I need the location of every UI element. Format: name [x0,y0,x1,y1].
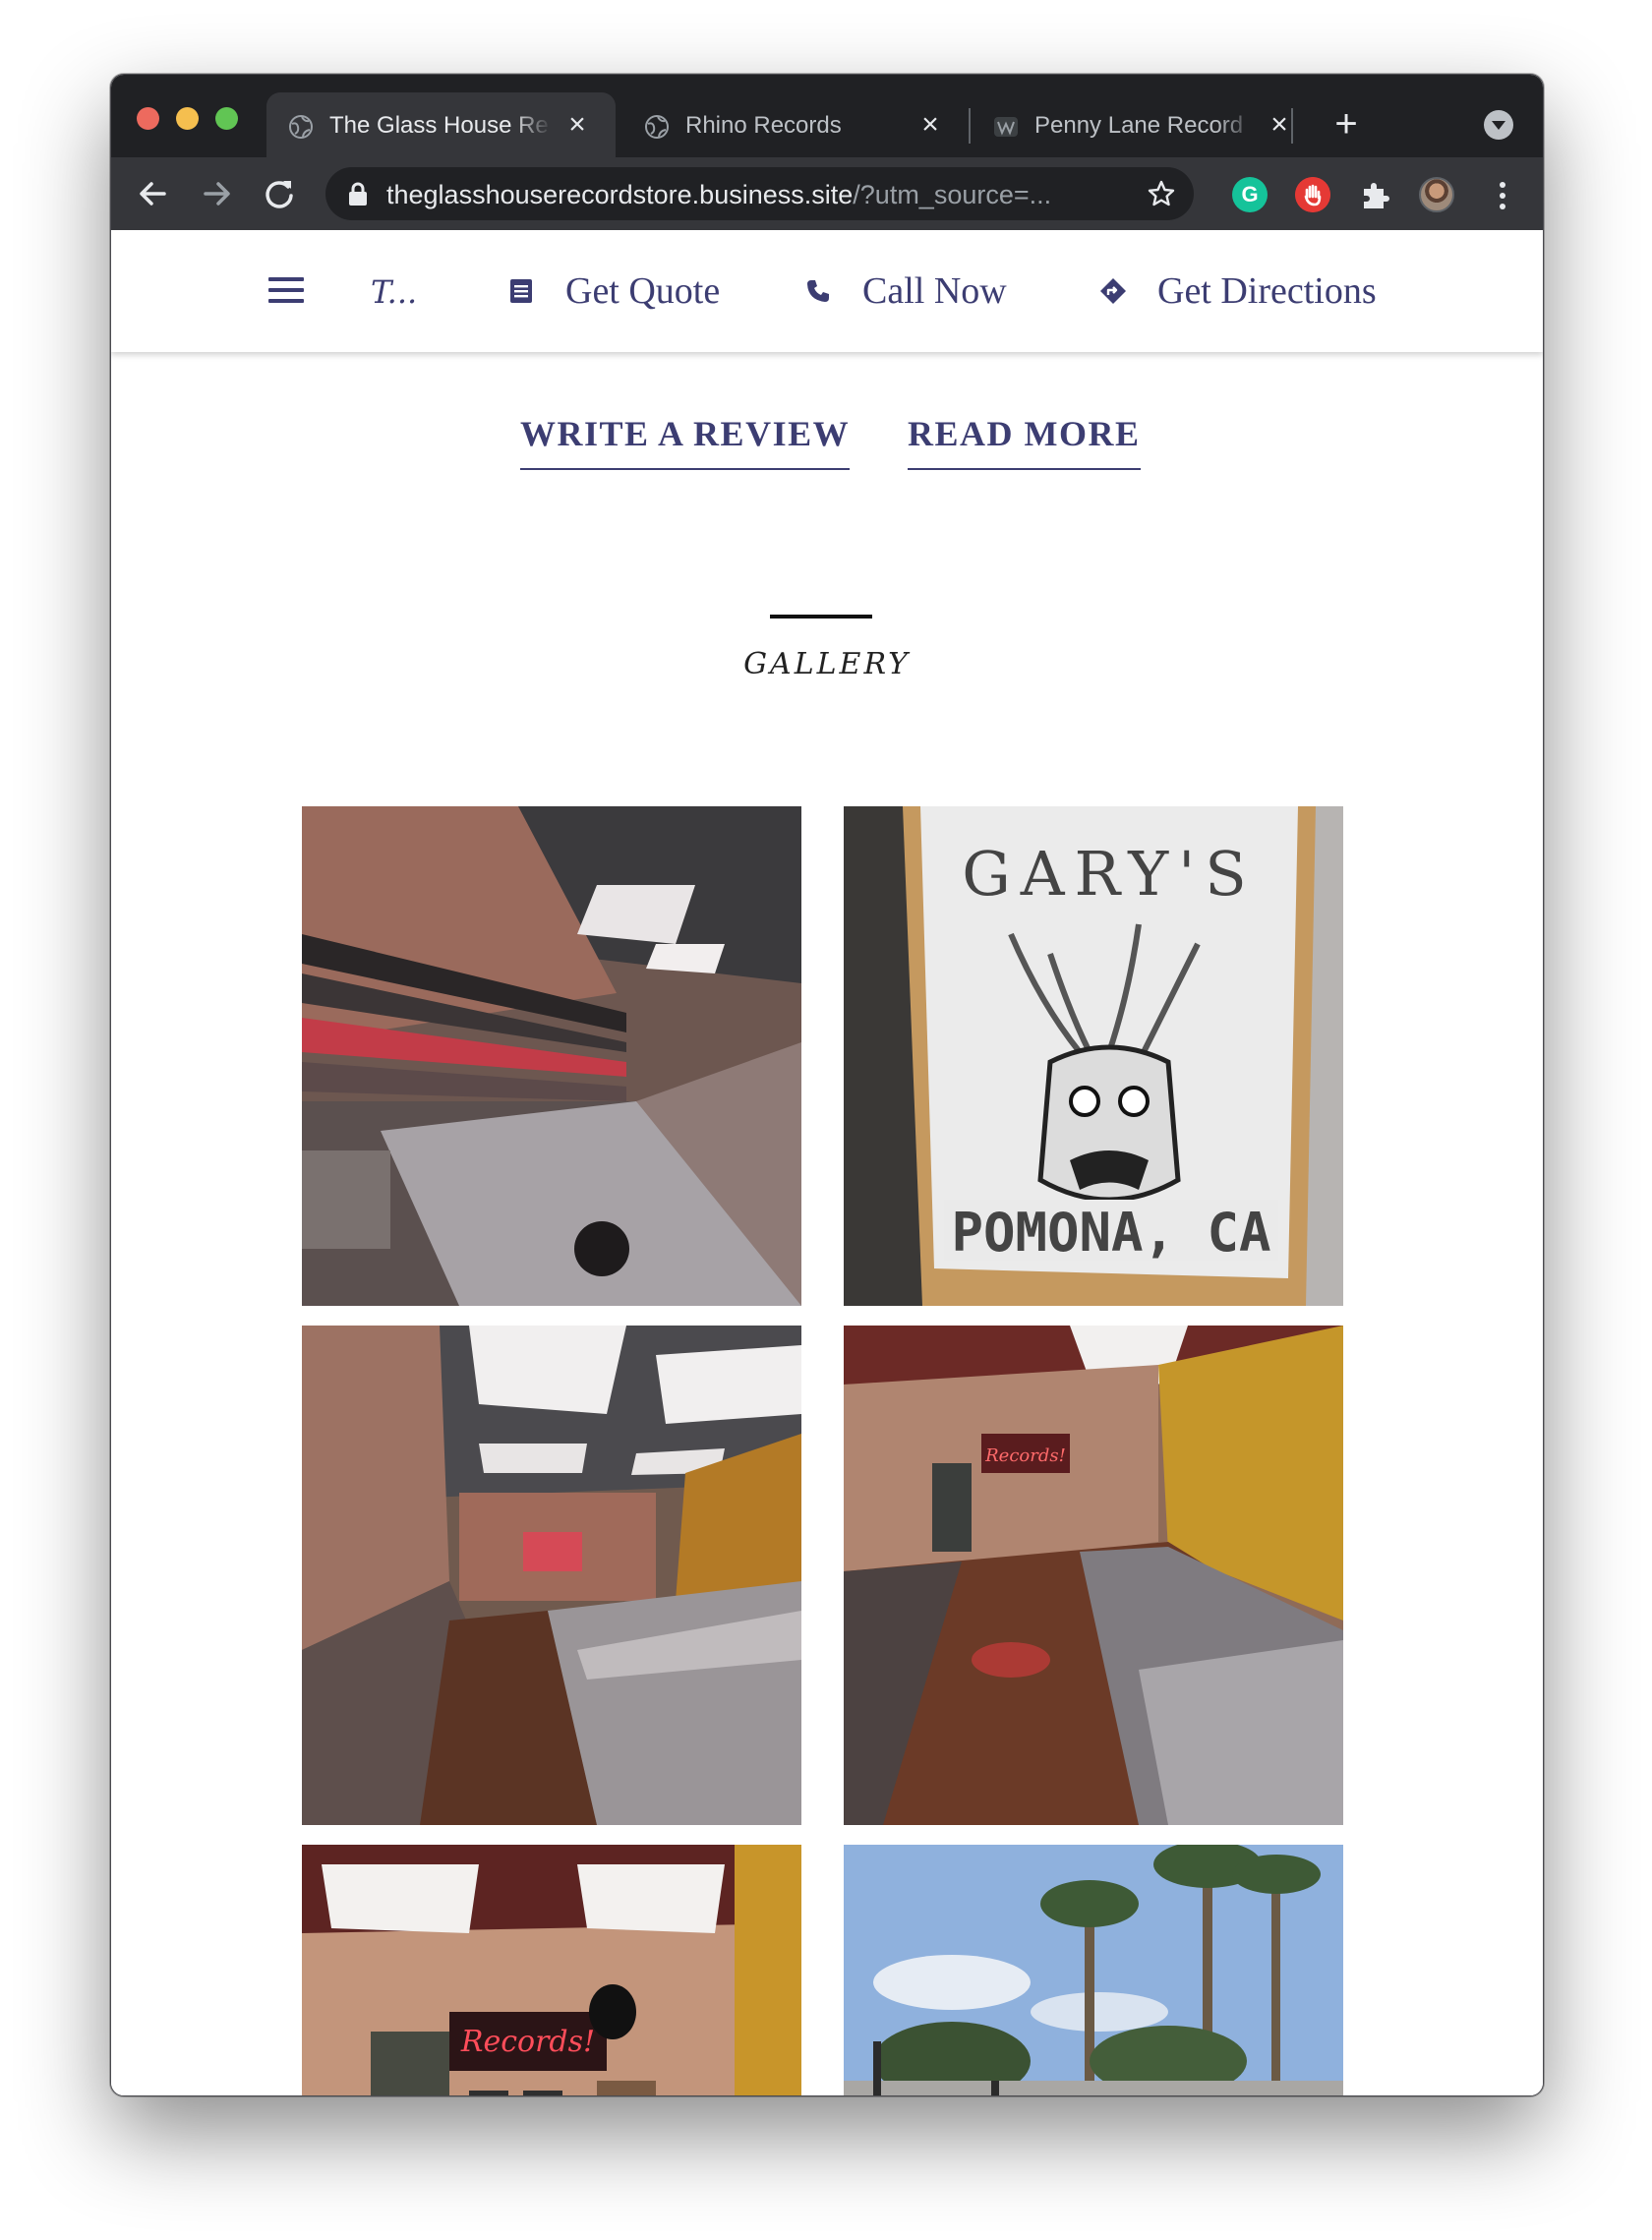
puzzle-icon[interactable] [1358,177,1393,212]
back-arrow-icon[interactable] [131,171,176,216]
directions-icon [1100,278,1126,304]
write-review-link[interactable]: WRITE A REVIEW [520,413,851,470]
tab-rhino-records[interactable]: Rhino Records × [622,92,969,157]
gallery-photo-records-sign[interactable]: Records! [302,1845,801,2095]
reload-icon[interactable] [257,171,302,216]
section-divider [770,615,872,619]
get-quote-link[interactable]: Get Quote [506,269,720,313]
neon-sign-text: Records! [984,1445,1066,1466]
store-aisle-photo [302,806,801,1306]
wix-icon [994,117,1018,137]
close-tab-icon[interactable]: × [915,110,945,140]
tab-title: Rhino Records [685,112,842,139]
get-directions-label: Get Directions [1157,270,1377,312]
new-tab-button[interactable]: + [1325,102,1368,146]
web-page: T... Get Quote Call Now Get Directions W… [111,230,1543,2095]
neon-sign-text: Records! [460,2025,595,2059]
phone-icon [807,280,829,302]
gallery-heading: GALLERY [743,647,911,681]
close-tab-icon[interactable]: × [562,110,592,140]
get-directions-link[interactable]: Get Directions [1098,269,1377,313]
lock-icon [349,182,367,206]
url-path: /?utm_source=... [853,180,1052,209]
review-links: WRITE A REVIEW READ MORE [111,413,1543,482]
quote-document-icon [510,279,532,303]
palm-trees-photo [844,1845,1343,2095]
globe-icon [289,115,313,139]
pomona-sign-photo: GARY'S POMONA, CA [844,806,1343,1306]
forward-arrow-icon[interactable] [194,171,239,216]
bookmark-star-icon[interactable] [1147,179,1176,208]
tab-glass-house[interactable]: The Glass House Re × [266,92,616,157]
tab-separator [969,108,971,144]
tab-penny-lane[interactable]: Penny Lane Record × [972,92,1318,157]
gallery-photo-store-aisle[interactable] [302,806,801,1306]
block-icon[interactable] [1295,177,1330,212]
close-window-button[interactable] [137,107,159,130]
get-quote-label: Get Quote [565,270,721,312]
call-now-link[interactable]: Call Now [803,269,1007,313]
tab-search-button[interactable] [1484,110,1513,140]
sign-bottom-text: POMONA, CA [951,1202,1270,1264]
hamburger-menu-icon[interactable] [268,277,304,303]
browser-toolbar: theglasshouserecordstore.business.site/?… [111,157,1543,230]
tab-title: Penny Lane Record [1034,112,1244,139]
back-wall-photo: Records! [844,1326,1343,1825]
globe-icon [645,115,669,139]
grammarly-icon[interactable]: G [1232,177,1268,212]
call-now-label: Call Now [862,270,1007,312]
read-more-link[interactable]: READ MORE [908,413,1141,470]
gallery-photo-pomona-sign[interactable]: GARY'S POMONA, CA [844,806,1343,1306]
url-text: theglasshouserecordstore.business.site/?… [386,180,1134,209]
site-brand[interactable]: T... [371,273,417,311]
avatar[interactable] [1419,177,1454,212]
records-sign-photo: Records! [302,1845,801,2095]
gallery-photo-back-wall[interactable]: Records! [844,1326,1343,1825]
close-tab-icon[interactable]: × [1265,110,1294,140]
gallery-photo-palm-trees[interactable] [844,1845,1343,2095]
zoom-window-button[interactable] [215,107,238,130]
address-bar[interactable]: theglasshouserecordstore.business.site/?… [325,167,1194,220]
site-header: T... Get Quote Call Now Get Directions [111,230,1543,352]
store-interior-photo [302,1326,801,1825]
gallery-photo-store-interior[interactable] [302,1326,801,1825]
tab-separator [1291,108,1293,144]
sign-top-text: GARY'S [962,838,1257,910]
tab-strip: The Glass House Re × Rhino Records × Pen… [111,75,1543,157]
browser-window: The Glass House Re × Rhino Records × Pen… [110,74,1544,2096]
url-host: theglasshouserecordstore.business.site [386,180,854,209]
more-menu-icon[interactable] [1488,179,1517,214]
minimize-window-button[interactable] [176,107,199,130]
tab-title: The Glass House Re [329,112,549,139]
